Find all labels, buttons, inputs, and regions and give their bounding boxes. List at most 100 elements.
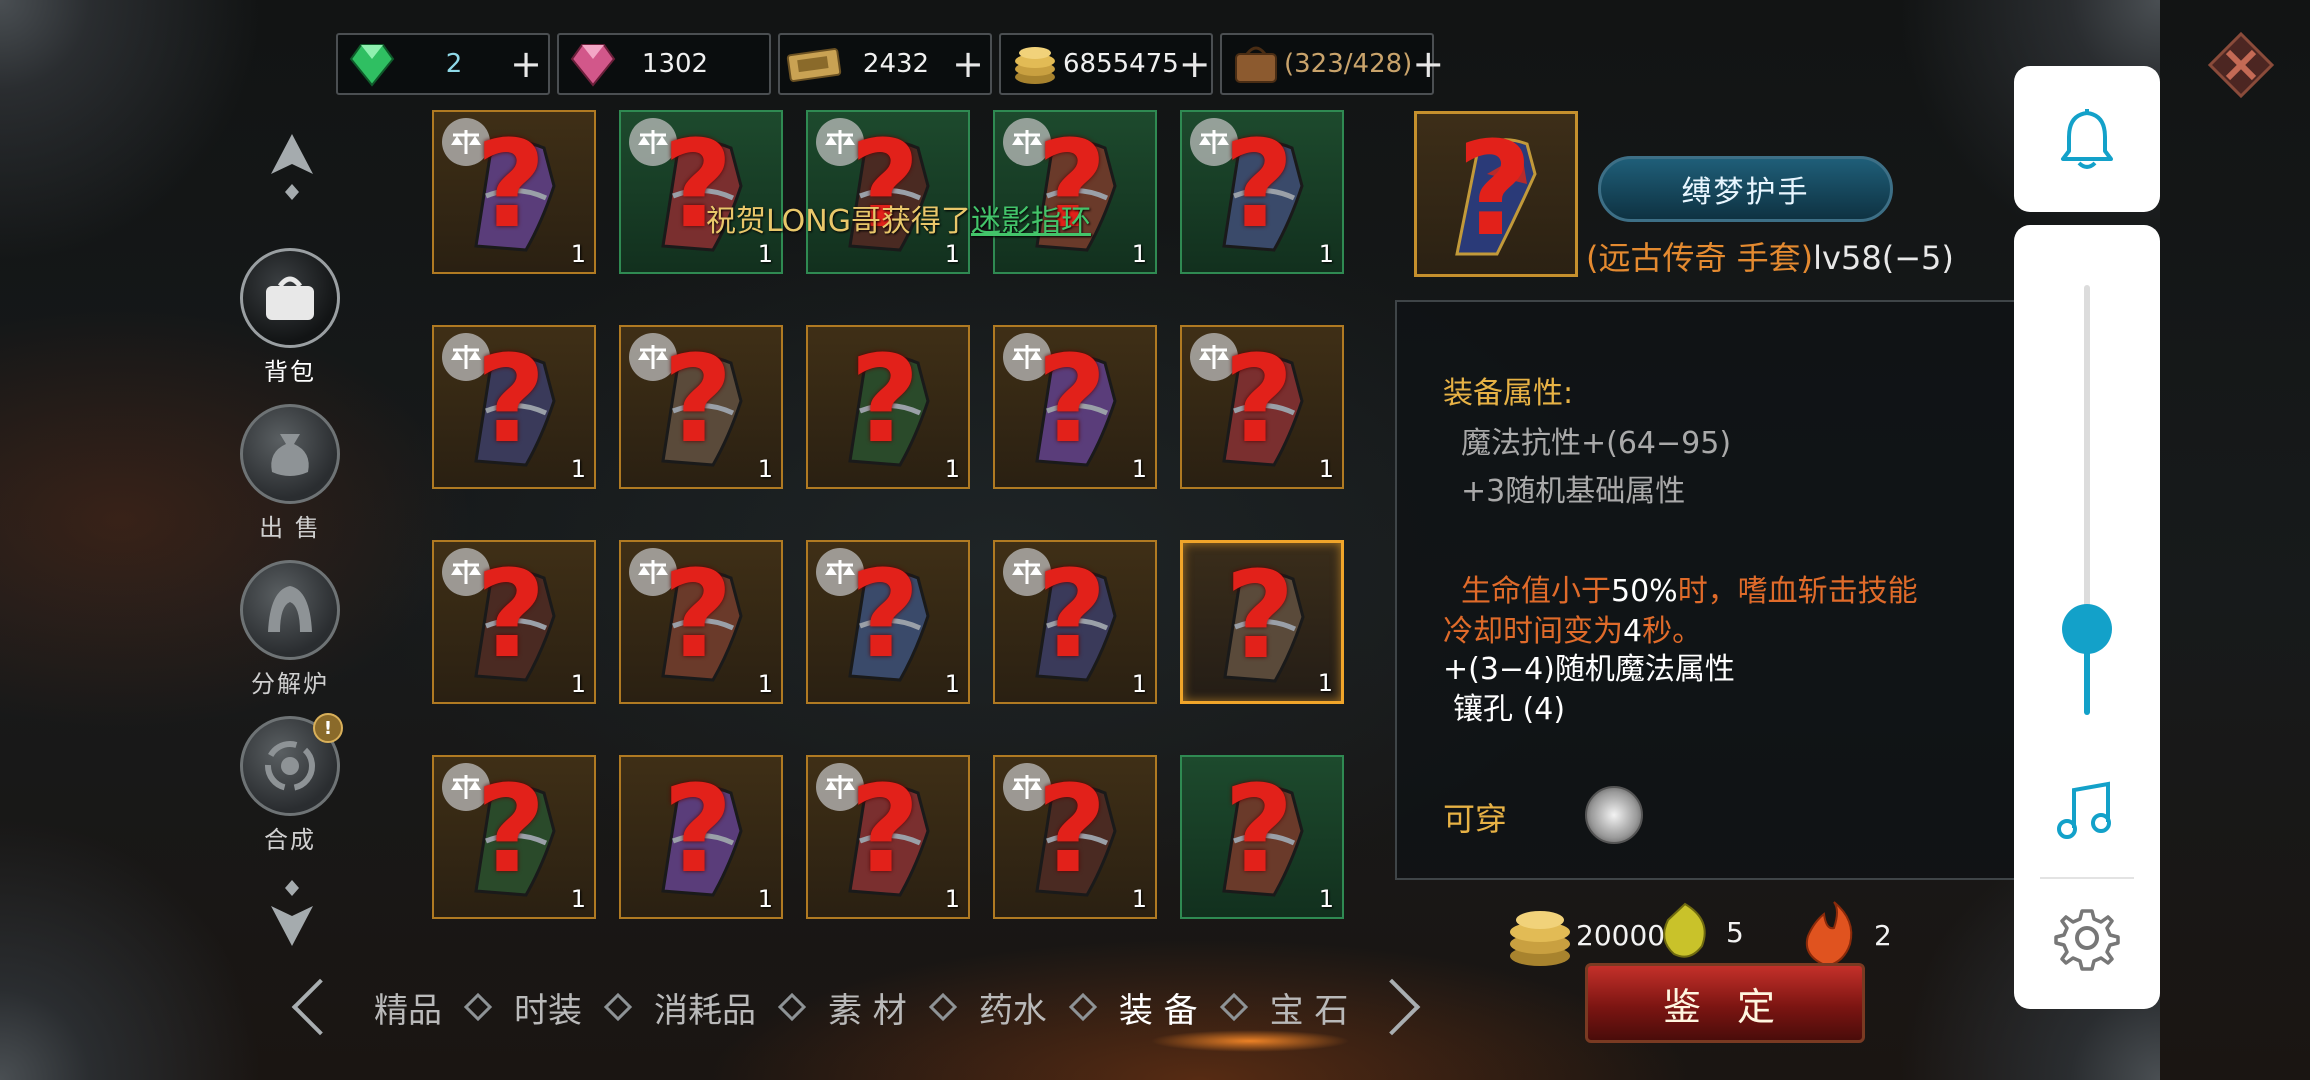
inventory-slot[interactable]: ? 1: [806, 540, 970, 704]
inventory-slot[interactable]: ? 1: [993, 110, 1157, 274]
identify-button[interactable]: 鉴 定: [1585, 963, 1865, 1043]
unidentified-mark-icon: ?: [476, 761, 546, 900]
inventory-slot[interactable]: ? 1: [432, 110, 596, 274]
tab-gems[interactable]: 宝 石: [1262, 983, 1357, 1032]
slot-count: 1: [1318, 240, 1334, 268]
slot-count: 1: [757, 670, 773, 698]
cost-crystal-value: 5: [1726, 915, 1744, 949]
currency-gold-value: 6855475: [1063, 49, 1179, 79]
cost-gold: 20000: [1502, 900, 1665, 970]
tab-separator: [928, 992, 957, 1022]
attr-magic-resist: 魔法抗性+(64−95): [1461, 426, 1732, 461]
slot-count: 1: [1318, 455, 1334, 483]
music-button[interactable]: [2054, 778, 2120, 848]
yellow-crystal-icon: [1663, 902, 1706, 958]
tabs-right-arrow-icon[interactable]: [1364, 978, 1421, 1036]
scroll-up-arrow-icon[interactable]: [267, 130, 317, 208]
inventory-slot[interactable]: ? 1: [1180, 325, 1344, 489]
inventory-slot[interactable]: ? 1: [619, 110, 783, 274]
gear-icon: [2054, 909, 2120, 971]
inventory-slot[interactable]: ? 1: [993, 755, 1157, 919]
backpack-icon: [266, 276, 314, 320]
cost-crystal: 5: [1656, 900, 1744, 964]
tab-separator: [463, 992, 493, 1022]
gold-coins-icon: [1007, 40, 1063, 88]
inventory-slot[interactable]: ? 1: [1180, 540, 1344, 704]
ruby-icon: [565, 40, 621, 88]
announcement-banner: 祝贺LONG哥获得了迷影指环: [706, 196, 1091, 240]
unidentified-mark-icon: ?: [850, 546, 920, 685]
currency-gold: 6855475 +: [999, 33, 1213, 95]
slot-count: 1: [570, 455, 586, 483]
inventory-slot[interactable]: ? 1: [993, 325, 1157, 489]
inventory-slot[interactable]: ? 1: [432, 325, 596, 489]
nav-sell[interactable]: 出 售: [235, 404, 345, 543]
nav-backpack[interactable]: 背包: [235, 248, 345, 387]
inventory-slot[interactable]: ? 1: [432, 755, 596, 919]
inventory-slot[interactable]: ? 1: [1180, 110, 1344, 274]
inventory-slot[interactable]: ? 1: [806, 325, 970, 489]
inventory-slot[interactable]: ? 1: [806, 110, 970, 274]
tab-potions[interactable]: 药水: [971, 983, 1055, 1032]
tab-consumables[interactable]: 消耗品: [646, 983, 764, 1032]
unidentified-mark-icon: ?: [1037, 546, 1107, 685]
volume-slider-knob[interactable]: [2062, 604, 2112, 654]
slot-count: 1: [1317, 669, 1333, 697]
tab-equipment[interactable]: 装 备: [1111, 983, 1206, 1032]
slot-count: 1: [1131, 455, 1147, 483]
inventory-slot[interactable]: ? 1: [1180, 755, 1344, 919]
add-gold-button[interactable]: +: [1179, 45, 1211, 83]
nav-decompose-furnace[interactable]: 分解炉: [235, 560, 345, 699]
inventory-slot[interactable]: ? 1: [619, 755, 783, 919]
music-note-icon: [2057, 781, 2111, 839]
volume-control-panel: [2014, 225, 2160, 1009]
add-ticket-button[interactable]: +: [950, 45, 986, 83]
inventory-slot[interactable]: ? 1: [619, 325, 783, 489]
item-quality-type: (远古传奇 手套): [1586, 239, 1814, 277]
nav-synthesis[interactable]: ! 合成: [235, 713, 345, 855]
tab-separator: [1219, 992, 1248, 1022]
wearable-label: 可穿: [1443, 800, 1508, 838]
expand-bag-button[interactable]: +: [1412, 45, 1444, 83]
gold-coins-icon: [1510, 911, 1570, 966]
fire-essence-icon: [1805, 901, 1853, 968]
close-button[interactable]: [2206, 30, 2276, 100]
slot-count: 1: [570, 885, 586, 913]
bell-icon: [2061, 109, 2113, 169]
synthesis-swirl-icon: [265, 741, 315, 791]
inventory-slot[interactable]: ? 1: [619, 540, 783, 704]
currency-ruby: 1302 +: [557, 33, 771, 95]
equipment-attributes-title: 装备属性:: [1443, 376, 1574, 411]
cost-fire-essence-value: 2: [1874, 918, 1892, 952]
emerald-icon: [344, 40, 400, 88]
slot-count: 1: [570, 240, 586, 268]
inventory-slot[interactable]: ? 1: [993, 540, 1157, 704]
add-emerald-button[interactable]: +: [508, 45, 544, 83]
attr-random-magic: +(3−4)随机魔法属性: [1443, 652, 1735, 687]
tabs-left-arrow-icon[interactable]: [291, 978, 349, 1036]
unidentified-mark-icon: ?: [476, 116, 546, 255]
tab-premium[interactable]: 精品: [366, 983, 450, 1032]
item-detail-panel: 装备属性: 魔法抗性+(64−95) +3随机基础属性 生命值小于50%时，嗜血…: [1395, 300, 2017, 880]
nav-backpack-label: 背包: [264, 358, 316, 386]
selected-item-thumbnail: ?: [1414, 111, 1578, 277]
slot-count: 1: [757, 240, 773, 268]
unidentified-mark-icon: ?: [1037, 331, 1107, 470]
unidentified-mark-icon: ?: [1037, 761, 1107, 900]
tab-separator: [603, 992, 633, 1022]
currency-ticket: 2432 +: [778, 33, 992, 95]
tab-fashion[interactable]: 时装: [506, 983, 590, 1032]
notification-button[interactable]: [2014, 66, 2160, 212]
item-name-plate: 缚梦护手: [1598, 156, 1893, 222]
settings-button[interactable]: [2054, 905, 2120, 975]
announcement-text: 祝贺LONG哥获得了: [706, 204, 971, 239]
currency-bag-capacity: (323/428) +: [1220, 33, 1444, 95]
announcement-item-link[interactable]: 迷影指环: [971, 204, 1091, 239]
unidentified-mark-icon: ?: [663, 331, 733, 470]
scroll-down-arrow-icon[interactable]: [267, 876, 317, 954]
class-avatar-icon: [1585, 786, 1643, 844]
inventory-slot[interactable]: ? 1: [806, 755, 970, 919]
tab-materials[interactable]: 素 材: [820, 983, 915, 1032]
inventory-slot[interactable]: ? 1: [432, 540, 596, 704]
bag-capacity-value: (323/428): [1284, 49, 1413, 79]
